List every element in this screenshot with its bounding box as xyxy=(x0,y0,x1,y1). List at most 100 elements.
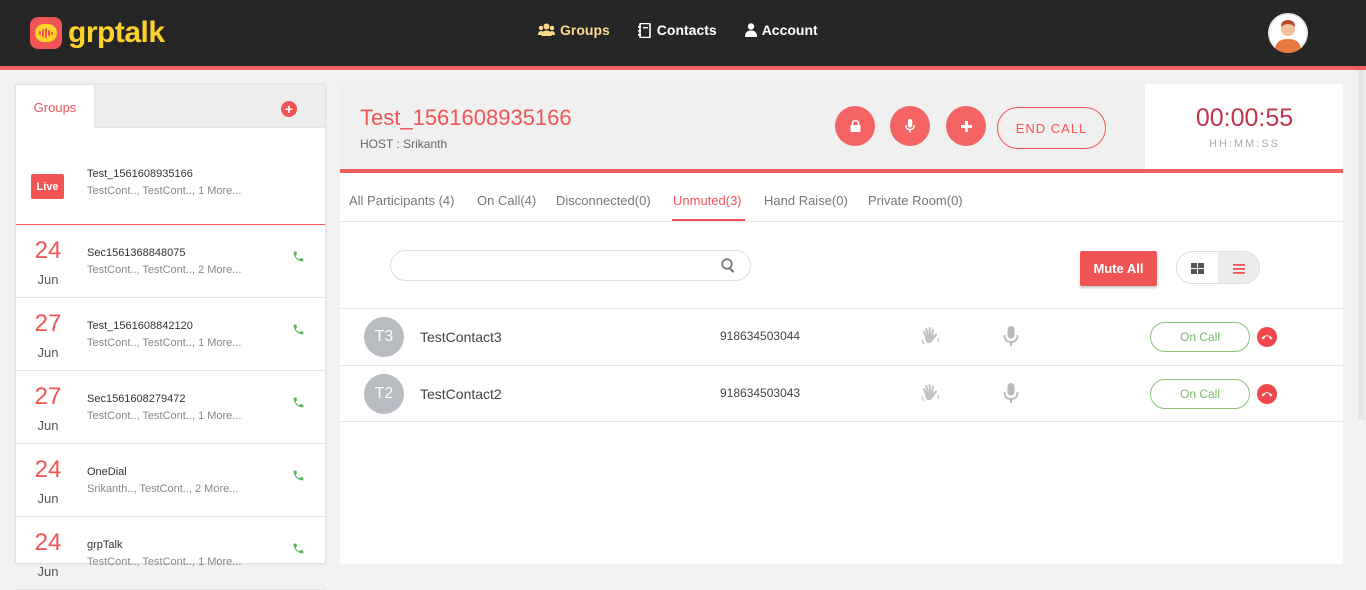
group-name: grpTalk xyxy=(87,539,123,551)
timer-value: 00:00:55 xyxy=(1195,104,1294,132)
group-name: Sec1561608279472 xyxy=(87,393,186,405)
page-scrollbar[interactable] xyxy=(1357,70,1366,564)
hand-raise-icon[interactable] xyxy=(920,326,941,347)
tab-private-room[interactable]: Private Room(0) xyxy=(868,193,963,208)
group-date-day: 24 xyxy=(34,237,62,264)
main-nav: Groups Contacts Account xyxy=(538,22,846,38)
participant-row: T2 TestContact2 918634503043 On Call xyxy=(340,365,1343,422)
group-list: Live Test_1561608935166 TestCont.., Test… xyxy=(16,128,325,590)
phone-icon[interactable] xyxy=(292,542,305,555)
group-members: TestCont.., TestCont.., 1 More... xyxy=(87,410,242,422)
groups-tabbar: Groups + xyxy=(16,85,325,129)
avatar-icon xyxy=(1268,13,1308,53)
group-date-day: 24 xyxy=(34,529,62,556)
tab-groups[interactable]: Groups xyxy=(16,85,95,129)
scrollbar-thumb[interactable] xyxy=(1358,70,1365,420)
participant-number: 918634503044 xyxy=(720,329,801,343)
user-avatar[interactable] xyxy=(1268,13,1308,53)
plus-icon xyxy=(960,120,972,132)
group-name: Test_1561608935166 xyxy=(87,168,193,180)
group-members: TestCont.., TestCont.., 1 More... xyxy=(87,337,242,349)
users-icon xyxy=(538,23,555,36)
phone-icon[interactable] xyxy=(292,469,305,482)
hangup-button[interactable] xyxy=(1257,327,1277,347)
group-date-month: Jun xyxy=(37,272,59,287)
group-date-month: Jun xyxy=(37,345,59,360)
mute-all-button[interactable]: Mute All xyxy=(1080,251,1157,286)
live-badge: Live xyxy=(31,174,64,199)
group-members: Srikanth.., TestCont.., 2 More... xyxy=(87,483,239,495)
nav-account-label: Account xyxy=(761,22,818,38)
status-badge: On Call xyxy=(1150,379,1250,409)
group-name: Test_1561608842120 xyxy=(87,320,193,332)
user-icon xyxy=(744,23,757,37)
participant-number: 918634503043 xyxy=(720,386,801,400)
add-group-button[interactable]: + xyxy=(281,101,297,117)
microphone-icon[interactable] xyxy=(1003,383,1019,404)
grptalk-logo[interactable]: grptalk xyxy=(30,16,165,50)
add-participant-button[interactable] xyxy=(946,106,986,146)
participant-name: TestContact2 xyxy=(420,386,502,402)
group-date-day: 27 xyxy=(34,383,62,410)
top-navbar: grptalk Groups Contacts Account xyxy=(0,0,1366,66)
end-call-button[interactable]: END CALL xyxy=(997,107,1106,149)
view-toggle xyxy=(1176,251,1260,284)
tab-hand-raise[interactable]: Hand Raise(0) xyxy=(764,193,848,208)
participant-avatar: T2 xyxy=(364,374,404,414)
groups-panel: Groups + Live Test_1561608935166 TestCon… xyxy=(15,84,326,590)
call-timer: 00:00:55 HH:MM:SS xyxy=(1146,84,1343,169)
group-item[interactable]: 24 Jun OneDial Srikanth.., TestCont.., 2… xyxy=(16,444,325,517)
participant-tabs: All Participants (4) On Call(4) Disconne… xyxy=(340,173,1343,222)
status-badge: On Call xyxy=(1150,322,1250,352)
group-date-month: Jun xyxy=(37,418,59,433)
group-date-day: 24 xyxy=(34,456,62,483)
group-item-live[interactable]: Live Test_1561608935166 TestCont.., Test… xyxy=(16,128,325,225)
nav-contacts-label: Contacts xyxy=(656,22,717,38)
group-name: Sec1561368848075 xyxy=(87,247,186,259)
call-title: Test_1561608935166 xyxy=(360,105,572,130)
search-icon[interactable] xyxy=(721,258,736,273)
tab-all-participants[interactable]: All Participants (4) xyxy=(349,193,454,208)
hangup-button[interactable] xyxy=(1257,384,1277,404)
call-panel: Test_1561608935166 HOST : Srikanth END C… xyxy=(340,84,1343,564)
nav-account[interactable]: Account xyxy=(744,22,818,38)
lock-call-button[interactable] xyxy=(835,106,875,146)
participant-avatar: T3 xyxy=(364,317,404,357)
hangup-icon xyxy=(1261,392,1273,397)
group-members: TestCont.., TestCont.., 1 More... xyxy=(87,185,242,197)
participant-search[interactable] xyxy=(390,250,751,281)
nav-contacts[interactable]: Contacts xyxy=(637,22,717,38)
mute-call-button[interactable] xyxy=(890,106,930,146)
phone-icon[interactable] xyxy=(292,396,305,409)
group-name: OneDial xyxy=(87,466,127,478)
nav-groups-label: Groups xyxy=(560,22,610,38)
participant-row: T3 TestContact3 918634503044 On Call xyxy=(340,308,1343,365)
phone-icon[interactable] xyxy=(292,250,305,263)
address-book-icon xyxy=(637,22,651,38)
group-item[interactable]: 24 Jun Sec1561368848075 TestCont.., Test… xyxy=(16,225,325,298)
group-members: TestCont.., TestCont.., 1 More... xyxy=(87,556,242,568)
group-item[interactable]: 27 Jun Test_1561608842120 TestCont.., Te… xyxy=(16,298,325,371)
phone-icon[interactable] xyxy=(292,323,305,336)
group-date-day: 27 xyxy=(34,310,62,337)
tab-disconnected[interactable]: Disconnected(0) xyxy=(556,193,651,208)
microphone-icon xyxy=(905,119,915,133)
grid-icon xyxy=(1191,263,1204,274)
tab-unmuted[interactable]: Unmuted(3) xyxy=(673,193,742,208)
microphone-icon[interactable] xyxy=(1003,326,1019,347)
tab-on-call[interactable]: On Call(4) xyxy=(477,193,536,208)
logo-text: grptalk xyxy=(68,16,165,49)
list-view-button[interactable] xyxy=(1218,252,1259,283)
nav-groups[interactable]: Groups xyxy=(538,22,610,38)
group-item[interactable]: 27 Jun Sec1561608279472 TestCont.., Test… xyxy=(16,371,325,444)
group-date-month: Jun xyxy=(37,564,59,579)
call-header: Test_1561608935166 HOST : Srikanth END C… xyxy=(340,84,1145,170)
header-accent-line xyxy=(0,66,1366,70)
group-item[interactable]: 24 Jun grpTalk TestCont.., TestCont.., 1… xyxy=(16,517,325,590)
hand-raise-icon[interactable] xyxy=(920,383,941,404)
grid-view-button[interactable] xyxy=(1177,252,1218,283)
participant-name: TestContact3 xyxy=(420,329,502,345)
call-host: HOST : Srikanth xyxy=(360,137,448,151)
logo-icon xyxy=(30,17,62,49)
lock-icon xyxy=(850,120,860,132)
